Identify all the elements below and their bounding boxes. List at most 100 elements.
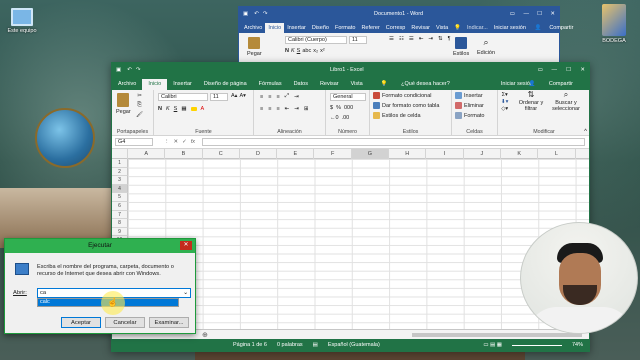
- indent-icon[interactable]: ⇤: [419, 36, 424, 42]
- close-button[interactable]: ✕: [180, 241, 192, 250]
- tab-vista[interactable]: Vista: [433, 23, 451, 33]
- row-header[interactable]: 2: [112, 167, 128, 177]
- save-icon[interactable]: ▣: [116, 67, 121, 73]
- find-select-button[interactable]: ⌕ Buscar y seleccionar: [548, 91, 584, 113]
- row-header[interactable]: 1: [112, 159, 128, 168]
- number-format-buttons[interactable]: $% 000: [330, 105, 353, 111]
- fill-color-icon[interactable]: [190, 107, 197, 111]
- row-header[interactable]: 4: [112, 184, 128, 194]
- select-all-corner[interactable]: [112, 149, 128, 159]
- tab-insertar[interactable]: Insertar: [167, 79, 198, 90]
- editing-button[interactable]: ⌕ Edición: [477, 37, 495, 56]
- sort-filter-button[interactable]: ⇅ Ordenar y filtrar: [516, 91, 546, 113]
- undo-icon[interactable]: ↶: [254, 11, 259, 17]
- formula-input[interactable]: [202, 138, 585, 146]
- column-header[interactable]: D: [240, 149, 278, 159]
- format-painter-icon[interactable]: 🖌: [136, 112, 143, 118]
- font-family-select[interactable]: Calibri (Cuerpo): [285, 36, 347, 44]
- tab-revisar[interactable]: Revisar: [408, 23, 433, 33]
- tell-me-box[interactable]: Indicar...: [464, 23, 491, 33]
- maximize-icon[interactable]: ☐: [537, 11, 542, 17]
- copy-icon[interactable]: ⎘: [137, 102, 141, 109]
- column-header[interactable]: I: [426, 149, 464, 159]
- multilevel-icon[interactable]: ☰: [409, 36, 414, 42]
- column-header[interactable]: E: [277, 149, 315, 159]
- delete-cells-button[interactable]: Eliminar: [455, 102, 484, 109]
- tab-inicio[interactable]: Inicio: [265, 23, 285, 33]
- row-header[interactable]: 7: [112, 210, 128, 220]
- share-button[interactable]: 👤 Compartir: [516, 79, 585, 90]
- run-title-bar[interactable]: Ejecutar ✕: [5, 239, 195, 253]
- column-header[interactable]: G: [351, 149, 390, 159]
- insert-cells-button[interactable]: Insertar: [455, 92, 483, 99]
- sort-icon[interactable]: ⇅: [438, 36, 443, 42]
- sum-buttons[interactable]: Σ▾ ⬇▾ ◇▾: [501, 92, 508, 112]
- column-header[interactable]: H: [389, 149, 427, 159]
- status-language[interactable]: Español (Guatemala): [328, 342, 380, 348]
- name-box[interactable]: G4: [115, 138, 153, 146]
- tab-insertar[interactable]: Insertar: [284, 23, 309, 33]
- pilcrow-icon[interactable]: ¶: [448, 36, 451, 42]
- font-color-icon[interactable]: A: [201, 106, 205, 112]
- word-title-bar[interactable]: ▣ ↶ ↷ Documento1 - Word ▭ — ☐ ✕: [239, 7, 559, 21]
- tab-revisar[interactable]: Revisar: [314, 79, 345, 90]
- desktop-icon-bodega[interactable]: BODEGA: [594, 4, 634, 44]
- cell-area[interactable]: [128, 159, 589, 344]
- row-header[interactable]: 5: [112, 193, 128, 202]
- horizontal-scrollbar[interactable]: [412, 333, 582, 337]
- paste-button[interactable]: Pegar: [116, 93, 131, 115]
- list-buttons[interactable]: ☰ ☷ ☰ ⇤ ⇥ ⇅ ¶: [389, 36, 451, 42]
- column-header[interactable]: K: [501, 149, 539, 159]
- minimize-icon[interactable]: —: [552, 67, 558, 73]
- font-size-select[interactable]: 11: [210, 93, 228, 101]
- close-icon[interactable]: ✕: [580, 67, 585, 73]
- undo-icon[interactable]: ↶: [127, 67, 132, 73]
- tab-archivo[interactable]: Archivo: [112, 79, 142, 90]
- tab-referencias[interactable]: Referer: [358, 23, 382, 33]
- desktop-icon-this-pc[interactable]: Este equipo: [2, 8, 42, 34]
- ok-button[interactable]: Aceptar: [61, 317, 101, 328]
- column-header[interactable]: L: [538, 149, 576, 159]
- font-size-select[interactable]: 11: [349, 36, 367, 44]
- tab-vista[interactable]: Vista: [345, 79, 369, 90]
- decimal-buttons[interactable]: ←0.00: [330, 115, 349, 121]
- clipboard-tools[interactable]: ✂ ⎘ 🖌: [136, 93, 143, 118]
- word-window[interactable]: ▣ ↶ ↷ Documento1 - Word ▭ — ☐ ✕ Archivo …: [238, 6, 573, 67]
- collapse-ribbon-icon[interactable]: ^: [584, 129, 587, 135]
- zoom-level[interactable]: 74%: [572, 342, 583, 348]
- column-header[interactable]: A: [128, 149, 166, 159]
- tab-archivo[interactable]: Archivo: [241, 23, 265, 33]
- tab-diseno-pagina[interactable]: Diseño de página: [198, 79, 253, 90]
- restore-ribbon-icon[interactable]: ▭: [538, 67, 543, 73]
- formula-buttons[interactable]: ⋮ ✕ ✓ fx: [164, 139, 195, 145]
- format-as-table-button[interactable]: Dar formato como tabla: [373, 102, 439, 109]
- share-button[interactable]: 👤 Compartir: [529, 23, 580, 33]
- styles-button[interactable]: Estilos: [453, 37, 469, 57]
- format-cells-button[interactable]: Formato: [455, 112, 484, 119]
- excel-title-bar[interactable]: ▣ ↶ ↷ Libro1 - Excel ▭ — ☐ ✕: [112, 63, 589, 77]
- numbering-icon[interactable]: ☷: [399, 36, 404, 42]
- column-header[interactable]: C: [203, 149, 240, 159]
- conditional-format-button[interactable]: Formato condicional: [373, 92, 432, 99]
- row-header[interactable]: 3: [112, 176, 128, 185]
- column-header[interactable]: J: [464, 149, 501, 159]
- paste-button[interactable]: Pegar: [247, 37, 262, 57]
- close-icon[interactable]: ✕: [550, 11, 555, 17]
- row-header[interactable]: 9: [112, 227, 128, 237]
- cancel-button[interactable]: Cancelar: [105, 317, 145, 328]
- tell-me-box[interactable]: 💡 ¿Qué desea hacer?: [369, 79, 462, 90]
- tab-inicio[interactable]: Inicio: [142, 79, 168, 90]
- redo-icon[interactable]: ↷: [136, 67, 141, 73]
- zoom-slider[interactable]: [511, 344, 562, 346]
- tab-correspondencia[interactable]: Corresp: [383, 23, 409, 33]
- tab-formulas[interactable]: Fórmulas: [253, 79, 288, 90]
- view-buttons[interactable]: ▭ ▤ ▦: [483, 342, 502, 348]
- redo-icon[interactable]: ↷: [263, 11, 268, 17]
- tab-diseno[interactable]: Diseño: [309, 23, 332, 33]
- restore-ribbon-icon[interactable]: ▭: [510, 11, 515, 17]
- minimize-icon[interactable]: —: [524, 11, 530, 17]
- row-header[interactable]: 6: [112, 202, 128, 211]
- dropdown-arrow-icon[interactable]: ⌄: [183, 289, 188, 298]
- signin-link[interactable]: Iniciar sesión: [491, 23, 529, 33]
- column-header[interactable]: B: [165, 149, 203, 159]
